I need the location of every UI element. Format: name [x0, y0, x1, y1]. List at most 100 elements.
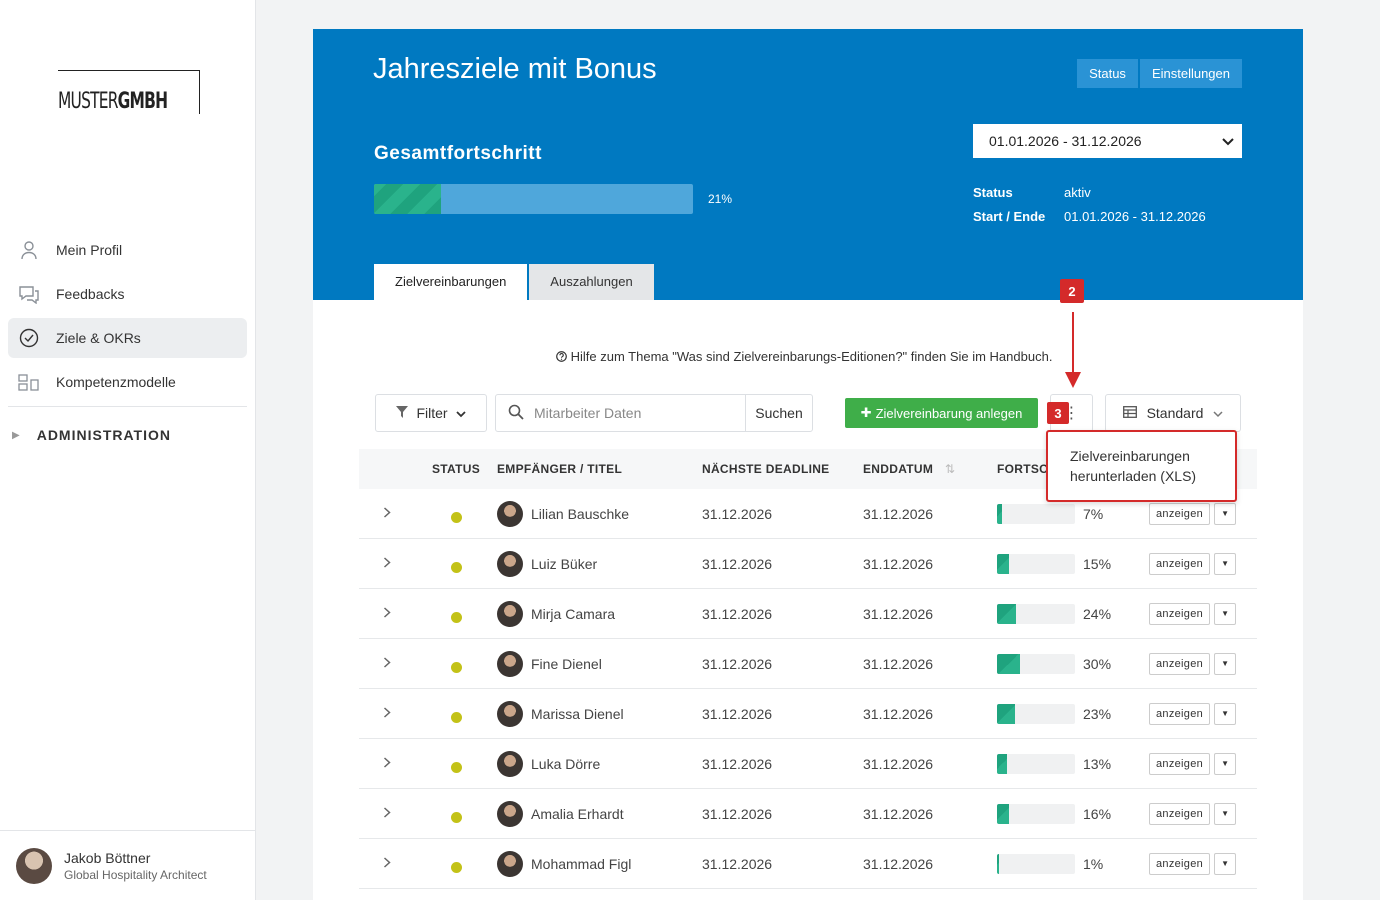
- enddate-cell: 31.12.2026: [863, 805, 934, 822]
- table-row[interactable]: Mirja Camara 31.12.2026 31.12.2026 24% a…: [359, 589, 1257, 639]
- search-placeholder: Mitarbeiter Daten: [534, 405, 642, 421]
- progress-bar: [997, 653, 1075, 674]
- show-button[interactable]: anzeigen: [1149, 652, 1211, 675]
- status-dot: [450, 862, 462, 873]
- show-button[interactable]: anzeigen: [1149, 602, 1211, 625]
- recipient-cell: Mohammad Figl: [497, 850, 702, 877]
- nav-item-administration[interactable]: ▶ ADMINISTRATION: [8, 407, 247, 463]
- table-row[interactable]: Amalia Erhardt 31.12.2026 31.12.2026 16%…: [359, 789, 1257, 839]
- col-deadline[interactable]: NÄCHSTE DEADLINE: [702, 462, 863, 476]
- avatar: [497, 650, 523, 677]
- recipient-cell: Amalia Erhardt: [497, 800, 702, 827]
- settings-button[interactable]: Einstellungen: [1139, 59, 1242, 88]
- avatar: [16, 847, 52, 884]
- progress-cell: 30%: [997, 653, 1149, 674]
- enddate-cell: 31.12.2026: [863, 855, 934, 872]
- progress-fill: [997, 553, 1009, 574]
- help-text[interactable]: Hilfe zum Thema "Was sind Zielvereinbaru…: [556, 349, 1052, 364]
- row-menu-button[interactable]: ▼: [1214, 752, 1237, 775]
- row-menu-button[interactable]: ▼: [1214, 652, 1237, 675]
- col-enddate[interactable]: ENDDATUM ⇅: [863, 462, 997, 476]
- table-body: Lilian Bauschke 31.12.2026 31.12.2026 7%…: [359, 489, 1257, 889]
- row-menu-button[interactable]: ▼: [1214, 702, 1237, 725]
- expand-chevron-icon[interactable]: [359, 756, 415, 771]
- status-button[interactable]: Status: [1077, 59, 1138, 88]
- progress-cell: 15%: [997, 553, 1149, 574]
- progress-value: 24%: [1083, 605, 1112, 622]
- view-select-button[interactable]: Standard: [1105, 394, 1241, 432]
- row-menu-button[interactable]: ▼: [1214, 802, 1237, 825]
- nav-item-competencies[interactable]: Kompetenzmodelle: [8, 362, 247, 402]
- avatar: [497, 850, 523, 877]
- search-button[interactable]: Suchen: [746, 395, 812, 431]
- nav-item-profile[interactable]: Mein Profil: [8, 230, 247, 270]
- status-cell: [415, 554, 497, 573]
- company-logo[interactable]: MUSTERGMBH: [58, 70, 200, 114]
- actions-cell: anzeigen ▼: [1149, 502, 1237, 525]
- overall-progress-fill: [374, 184, 441, 214]
- table-row[interactable]: Mohammad Figl 31.12.2026 31.12.2026 1% a…: [359, 839, 1257, 889]
- col-recipient[interactable]: EMPFÄNGER / TITEL: [497, 462, 702, 476]
- caret-down-icon: ▼: [1221, 809, 1230, 818]
- row-menu-button[interactable]: ▼: [1214, 602, 1237, 625]
- expand-chevron-icon[interactable]: [359, 606, 415, 621]
- table-row[interactable]: Marissa Dienel 31.12.2026 31.12.2026 23%…: [359, 689, 1257, 739]
- status-cell: [415, 854, 497, 873]
- deadline-cell: 31.12.2026: [702, 605, 773, 622]
- filter-button[interactable]: Filter: [375, 394, 487, 432]
- enddate-cell: 31.12.2026: [863, 655, 934, 672]
- actions-cell: anzeigen ▼: [1149, 852, 1237, 875]
- export-xls-option[interactable]: Zielvereinbarungen herunterladen (XLS): [1070, 446, 1235, 486]
- nav-item-feedbacks[interactable]: Feedbacks: [8, 274, 247, 314]
- row-menu-button[interactable]: ▼: [1214, 502, 1237, 525]
- tab-payouts[interactable]: Auszahlungen: [529, 264, 654, 300]
- row-menu-button[interactable]: ▼: [1214, 552, 1237, 575]
- show-button[interactable]: anzeigen: [1149, 852, 1211, 875]
- expand-chevron-icon[interactable]: [359, 806, 415, 821]
- show-button[interactable]: anzeigen: [1149, 502, 1211, 525]
- progress-value: 1%: [1083, 855, 1104, 872]
- progress-bar: [997, 703, 1075, 724]
- table-row[interactable]: Fine Dienel 31.12.2026 31.12.2026 30% an…: [359, 639, 1257, 689]
- period-select[interactable]: 01.01.2026 - 31.12.2026: [973, 124, 1242, 158]
- status-cell: [415, 504, 497, 523]
- actions-cell: anzeigen ▼: [1149, 602, 1237, 625]
- enddate-cell: 31.12.2026: [863, 705, 934, 722]
- col-status[interactable]: STATUS: [415, 462, 497, 476]
- user-role: Global Hospitality Architect: [64, 867, 207, 882]
- expand-chevron-icon[interactable]: [359, 856, 415, 871]
- current-user[interactable]: Jakob Böttner Global Hospitality Archite…: [0, 830, 256, 900]
- row-menu-button[interactable]: ▼: [1214, 852, 1237, 875]
- meta-status-value: aktiv: [1064, 184, 1091, 200]
- expand-chevron-icon[interactable]: [359, 706, 415, 721]
- actions-cell: anzeigen ▼: [1149, 802, 1237, 825]
- show-button[interactable]: anzeigen: [1149, 752, 1211, 775]
- expand-chevron-icon[interactable]: [359, 656, 415, 671]
- user-name: Jakob Böttner: [64, 849, 151, 866]
- expand-chevron-icon[interactable]: [359, 556, 415, 571]
- tab-agreements[interactable]: Zielvereinbarungen: [374, 264, 528, 300]
- status-dot: [450, 612, 462, 623]
- search-input[interactable]: Mitarbeiter Daten: [496, 395, 746, 431]
- status-dot: [450, 712, 462, 723]
- expand-chevron-icon[interactable]: [359, 506, 415, 521]
- annotation-badge-2: 2: [1060, 279, 1084, 303]
- show-button[interactable]: anzeigen: [1149, 552, 1211, 575]
- nav-item-label: Ziele & OKRs: [56, 330, 141, 346]
- progress-value: 15%: [1083, 555, 1112, 572]
- show-button[interactable]: anzeigen: [1149, 802, 1211, 825]
- status-dot: [450, 762, 462, 773]
- add-agreement-label: Zielvereinbarung anlegen: [875, 405, 1023, 421]
- avatar: [497, 500, 523, 527]
- tabs: Zielvereinbarungen Auszahlungen: [374, 264, 656, 300]
- progress-bar: [997, 503, 1075, 524]
- status-dot: [450, 562, 462, 573]
- help-link[interactable]: Hilfe zum Thema "Was sind Zielvereinbaru…: [571, 349, 1053, 364]
- add-agreement-button[interactable]: ✚ Zielvereinbarung anlegen: [845, 398, 1038, 428]
- table-row[interactable]: Luiz Büker 31.12.2026 31.12.2026 15% anz…: [359, 539, 1257, 589]
- recipient-name: Fine Dienel: [531, 655, 602, 672]
- show-button[interactable]: anzeigen: [1149, 702, 1211, 725]
- nav-item-goals[interactable]: Ziele & OKRs: [8, 318, 247, 358]
- meta-range-key: Start / Ende: [973, 208, 1046, 224]
- table-row[interactable]: Luka Dörre 31.12.2026 31.12.2026 13% anz…: [359, 739, 1257, 789]
